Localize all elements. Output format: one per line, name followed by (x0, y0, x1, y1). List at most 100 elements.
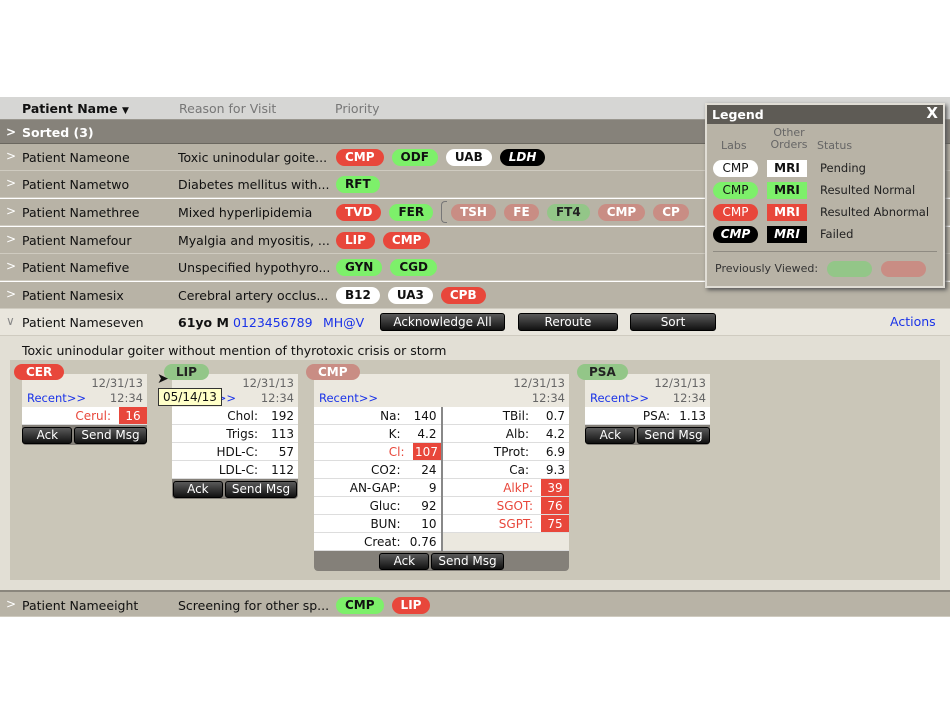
ack-button[interactable]: Ack (22, 427, 73, 444)
result-label: AN-GAP: (349, 481, 401, 495)
result-row: AN-GAP: 9 (314, 479, 441, 497)
result-row: Chol: 192 (172, 407, 298, 425)
result-value: 39 (541, 479, 569, 496)
result-row: CO2: 24 (314, 461, 441, 479)
lab-pill[interactable]: UA3 (387, 287, 433, 304)
sorted-label: Sorted (3) (22, 125, 94, 140)
recent-link[interactable]: Recent>> (27, 391, 86, 405)
lab-pill[interactable]: UAB (445, 149, 492, 166)
result-value: 113 (271, 427, 294, 441)
lab-pill[interactable]: CMP (336, 149, 384, 166)
lab-pill[interactable]: LIP (391, 597, 431, 614)
legend-lab-pill: CMP (713, 203, 758, 221)
patient-name: Patient Nameseven (22, 315, 144, 330)
send-msg-button[interactable]: Send Msg (431, 553, 504, 570)
lab-card-cmp: 12/31/13 12:34 Recent>> CMP Na: 140 K: 4.2 Cl: 10… (306, 364, 569, 571)
mouse-cursor-icon: ➤ (157, 371, 169, 387)
result-row: TProt: 6.9 (442, 443, 569, 461)
card-tab[interactable]: CMP (306, 364, 360, 380)
reroute-button[interactable]: Reroute (518, 313, 618, 331)
actions-link[interactable]: Actions (890, 314, 936, 329)
priority-pills: RFT (336, 176, 380, 193)
acknowledge-all-button[interactable]: Acknowledge All (380, 313, 505, 331)
result-value: 10 (421, 517, 437, 531)
previous-lab-pill[interactable]: CP (653, 204, 689, 221)
age-sex: 61yo M (178, 315, 229, 330)
lab-pill[interactable]: B12 (336, 287, 380, 304)
result-label: LDL-C: (218, 463, 258, 477)
lab-pill[interactable]: LIP (336, 232, 375, 249)
lab-card-cer: 12/31/13 12:34 Recent>> CER Cerul: 16 Ack Send … (14, 364, 147, 445)
result-value: 107 (412, 443, 441, 460)
reason-for-visit: Mixed hyperlipidemia (178, 205, 313, 220)
result-time: 12:34 (109, 391, 143, 405)
send-msg-button[interactable]: Send Msg (224, 481, 298, 498)
result-label: TProt: (493, 445, 529, 459)
provider-link[interactable]: MH@V (323, 315, 364, 330)
reason-for-visit: Unspecified hypothyro... (178, 260, 331, 275)
result-row: PSA: 1.13 (585, 407, 710, 425)
previous-lab-pill[interactable]: FT4 (546, 204, 590, 221)
previous-lab-pill[interactable]: FE (503, 204, 539, 221)
recent-link[interactable]: Recent>> (590, 391, 649, 405)
patient-row[interactable]: > Patient Nameeight Screening for other sp… (0, 590, 950, 617)
lab-pill[interactable]: FER (389, 204, 434, 221)
ack-button[interactable]: Ack (585, 427, 636, 444)
lab-pill[interactable]: CPB (440, 287, 486, 304)
result-value: 1.13 (679, 409, 706, 423)
result-label: Trigs: (226, 427, 258, 441)
lab-pill[interactable]: CMP (336, 597, 384, 614)
col-priority[interactable]: Priority (335, 101, 380, 116)
col-reason[interactable]: Reason for Visit (179, 101, 276, 116)
result-label: Alb: (505, 427, 529, 441)
chevron-down-icon: ∨ (6, 314, 15, 328)
result-value: 112 (271, 463, 294, 477)
lab-pill[interactable]: LDH (499, 149, 546, 166)
result-value: 24 (421, 463, 437, 477)
lab-pill[interactable]: CMP (382, 232, 431, 249)
patient-name: Patient Namefive (22, 260, 130, 275)
previous-bracket (441, 201, 448, 223)
chevron-right-icon: > (6, 125, 17, 139)
result-time: 12:34 (260, 391, 294, 405)
result-row: AlkP: 39 (442, 479, 569, 497)
lab-pill[interactable]: TVD (336, 204, 382, 221)
send-msg-button[interactable]: Send Msg (637, 427, 710, 444)
card-tab[interactable]: LIP (164, 364, 209, 380)
ack-button[interactable]: Ack (172, 481, 223, 498)
card-tab[interactable]: PSA (577, 364, 628, 380)
patient-row-expanded[interactable]: ∨ Patient Nameseven 61yo M 0123456789 MH… (0, 309, 950, 336)
lab-pill[interactable]: GYN (336, 259, 383, 276)
send-msg-button[interactable]: Send Msg (74, 427, 147, 444)
result-date: 12/31/13 (654, 376, 706, 390)
previous-lab-pill[interactable]: CMP (597, 204, 646, 221)
legend-status: Pending (820, 161, 866, 175)
phone-link[interactable]: 0123456789 (233, 315, 313, 330)
result-row: BUN: 10 (314, 515, 441, 533)
reason-full: Toxic uninodular goiter without mention … (22, 343, 447, 358)
previous-lab-pill[interactable]: TSH (451, 204, 496, 221)
lab-pill[interactable]: ODF (391, 149, 438, 166)
card-tab[interactable]: CER (14, 364, 65, 380)
results-table: PSA: 1.13 (585, 407, 710, 425)
sort-button[interactable]: Sort (630, 313, 716, 331)
lab-pill[interactable]: CGD (390, 259, 437, 276)
legend-popup: Legend X Labs Other Orders Status CMP MRI P… (705, 103, 945, 288)
lab-pill[interactable]: RFT (336, 176, 380, 193)
results-table: Na: 140 K: 4.2 Cl: 107 CO2: 24 AN-GAP: 9 Gluc: 92 BU… (314, 407, 569, 551)
result-label: Gluc: (369, 499, 401, 513)
sort-patient-name[interactable]: Patient Name ▼ (22, 101, 129, 116)
lab-card-psa: 12/31/13 12:34 Recent>> PSA PSA: 1.13 Ack Send … (577, 364, 710, 445)
legend-order-box: MRI (767, 203, 807, 221)
result-row: Cl: 107 (314, 443, 441, 461)
legend-row: CMP MRI Failed (713, 225, 853, 243)
result-value: 9.3 (545, 463, 565, 477)
recent-link[interactable]: Recent>> (319, 391, 378, 405)
result-label: Ca: (509, 463, 529, 477)
ack-button[interactable]: Ack (379, 553, 430, 570)
chevron-right-icon: > (6, 287, 17, 301)
close-icon[interactable]: X (926, 104, 938, 123)
result-label: SGPT: (498, 517, 533, 531)
result-row: Na: 140 (314, 407, 441, 425)
legend-status: Resulted Abnormal (820, 205, 930, 219)
